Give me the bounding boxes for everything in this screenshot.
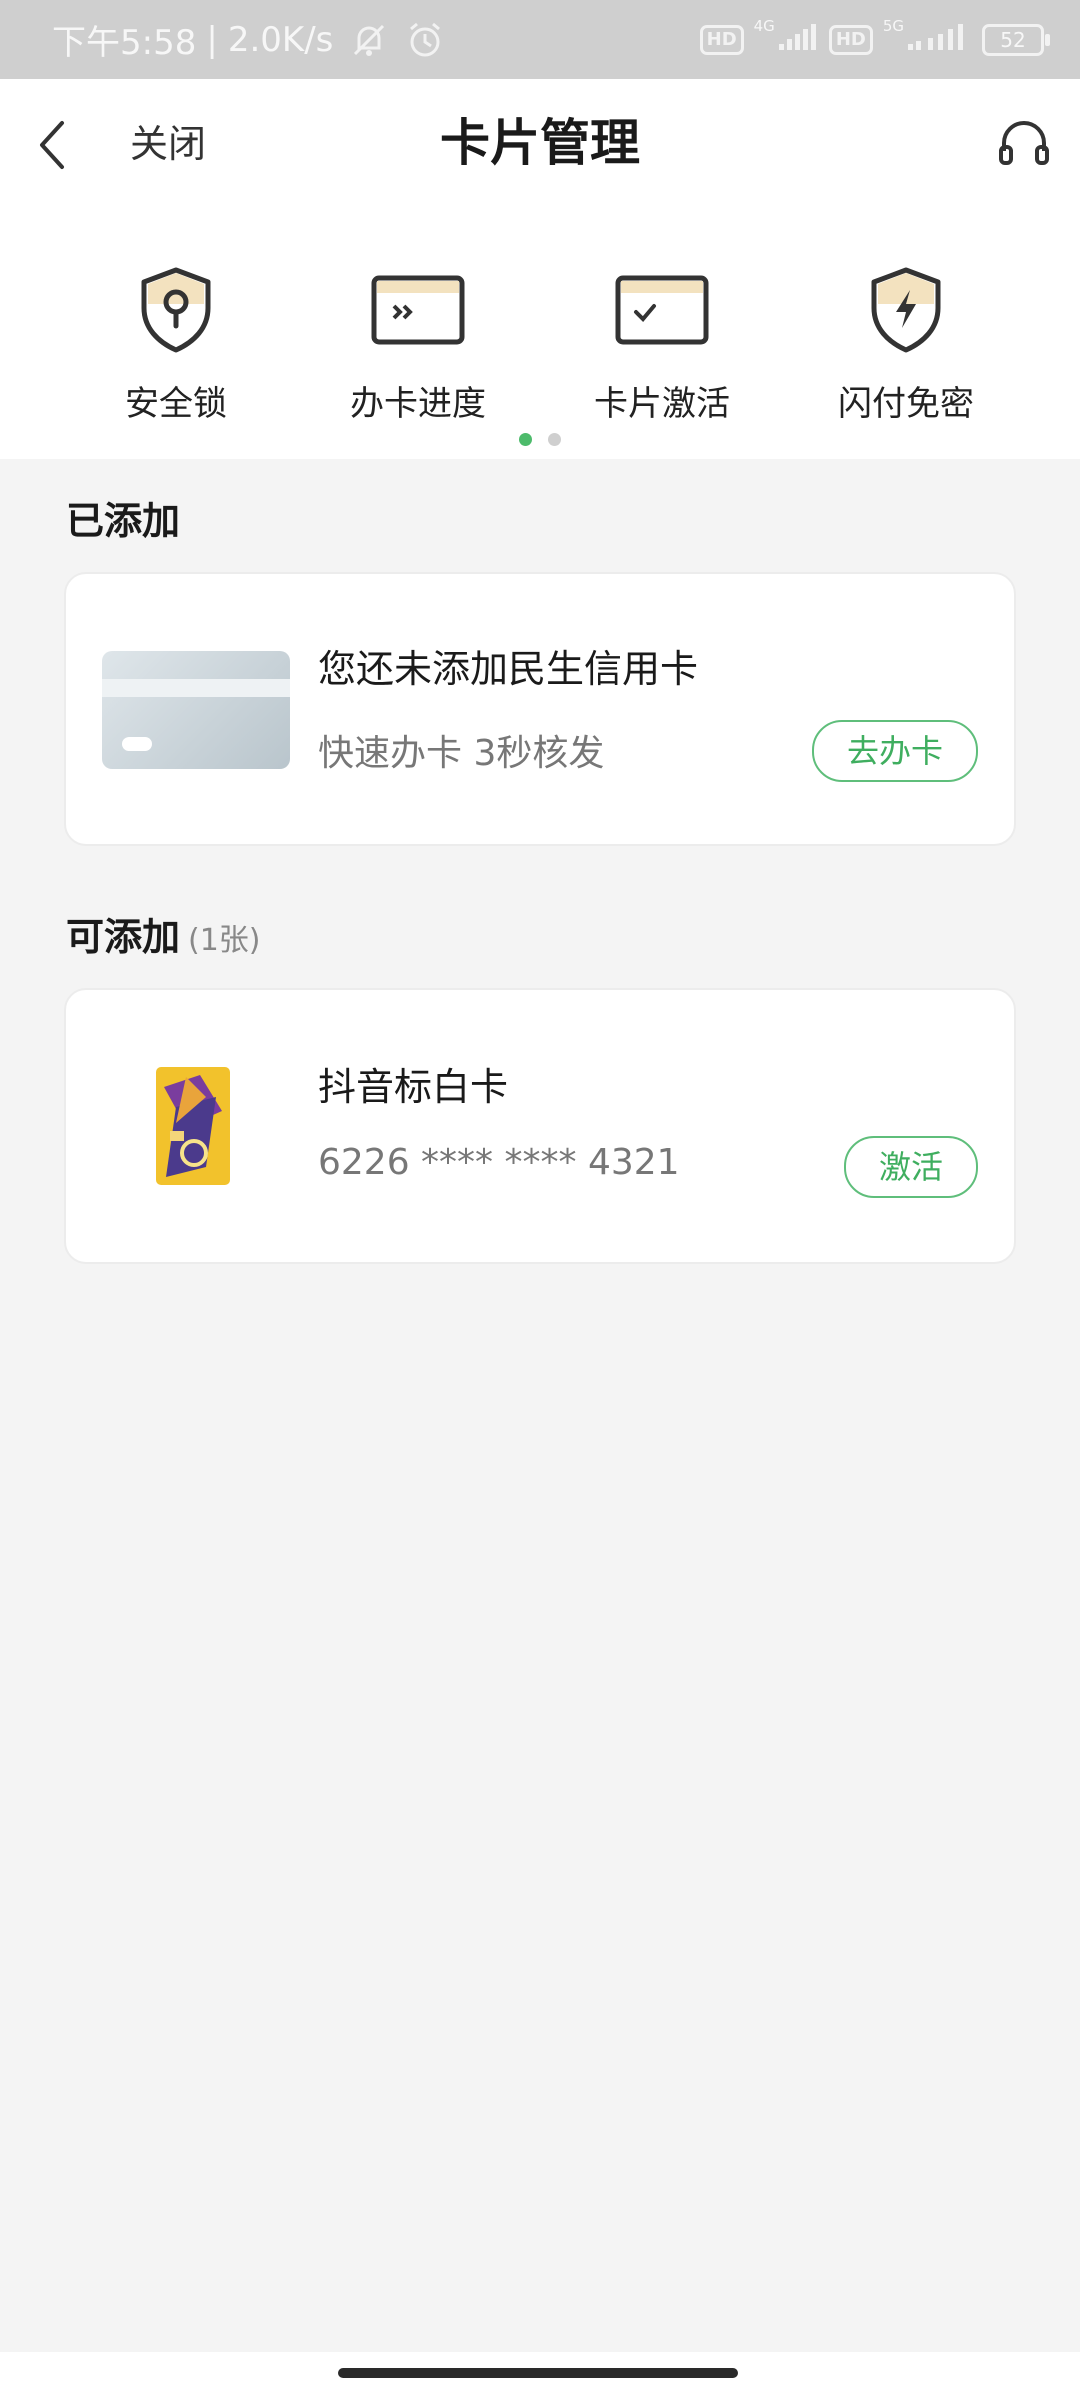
quick-card-progress[interactable]: 办卡进度 [308, 264, 528, 425]
douyin-card-image [156, 1067, 230, 1185]
quick-quickpass[interactable]: 闪付免密 [796, 264, 1016, 425]
section-title-available: 可添加 (1张) [66, 906, 261, 961]
shield-lock-icon [141, 267, 211, 353]
status-speed: 2.0K/s [227, 19, 334, 60]
section-title-available-text: 可添加 [66, 915, 181, 959]
quick-security-lock[interactable]: 安全锁 [66, 264, 286, 425]
page-dot-active [519, 433, 532, 446]
hd-badge: HD [699, 24, 744, 55]
alarm-icon [405, 20, 445, 60]
header: 关闭 卡片管理 [0, 79, 1080, 209]
home-indicator[interactable] [338, 2368, 738, 2378]
apply-card-button[interactable]: 去办卡 [812, 720, 978, 782]
status-bar: 下午5:58 | 2.0K/s HD 4G HD 5G 52 [0, 0, 1080, 79]
shield-flash-icon [871, 267, 941, 353]
quick-menu: 安全锁 办卡进度 卡片激活 闪付免密 [0, 209, 1080, 459]
added-card-title: 您还未添加民生信用卡 [318, 647, 699, 691]
quick-label: 安全锁 [125, 384, 227, 424]
mute-bell-icon [349, 20, 389, 60]
added-card-panel[interactable]: 您还未添加民生信用卡 快速办卡 3秒核发 去办卡 [64, 572, 1016, 846]
available-card-panel[interactable]: 抖音标白卡 6226 **** **** 4321 激活 [64, 988, 1016, 1264]
quick-label: 卡片激活 [594, 384, 730, 424]
page-dot [548, 433, 561, 446]
hd-badge-2: HD [828, 24, 873, 55]
page-title: 卡片管理 [440, 114, 640, 172]
network-type-5g: 5G [882, 16, 904, 35]
activate-button[interactable]: 激活 [844, 1136, 978, 1198]
card-progress-icon [371, 275, 465, 345]
added-card-subtitle: 快速办卡 3秒核发 [318, 733, 605, 774]
status-separator: | [206, 19, 218, 60]
quick-card-activate[interactable]: 卡片激活 [552, 264, 772, 425]
customer-service-button[interactable] [998, 115, 1050, 171]
credit-card-placeholder-image [102, 651, 290, 769]
headset-icon [999, 121, 1049, 165]
status-right: HD 4G HD 5G 52 [699, 0, 1050, 79]
card-activate-icon [615, 275, 709, 345]
quick-label: 办卡进度 [350, 384, 486, 424]
status-time: 下午5:58 [52, 23, 197, 63]
section-title-added: 已添加 [66, 499, 181, 543]
available-count: (1张) [188, 923, 261, 958]
available-card-number: 6226 **** **** 4321 [318, 1142, 680, 1183]
quick-label: 闪付免密 [838, 384, 974, 424]
signal-icon [777, 22, 819, 57]
battery-icon: 52 [982, 23, 1050, 56]
network-type-4g: 4G [753, 16, 775, 35]
status-left: 下午5:58 | 2.0K/s [52, 0, 445, 79]
page-indicator [0, 431, 1080, 450]
signal-icon-2 [906, 22, 972, 57]
available-card-title: 抖音标白卡 [318, 1065, 509, 1109]
